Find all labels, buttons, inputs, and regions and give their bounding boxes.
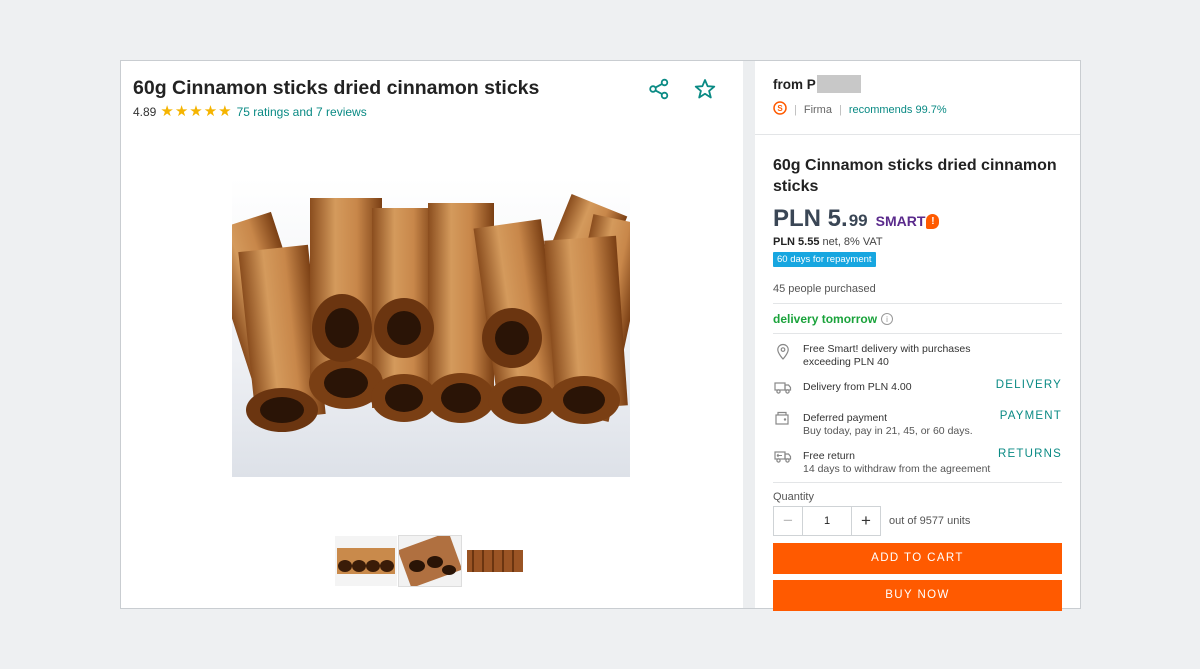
smart-badge-icon: ! bbox=[926, 213, 940, 229]
quantity-section: Quantity − 1 + out of 9577 units bbox=[773, 491, 1062, 536]
offer-panel: from P S | Firma | recommends 99.7% 60g … bbox=[755, 61, 1080, 611]
truck-icon bbox=[774, 379, 794, 397]
quantity-label: Quantity bbox=[773, 491, 814, 503]
return-truck-icon bbox=[774, 448, 794, 466]
delivery-link[interactable]: DELIVERY bbox=[996, 379, 1062, 391]
quantity-stepper: − 1 + out of 9577 units bbox=[773, 506, 1062, 536]
product-page-frame: 60g Cinnamon sticks dried cinnamon stick… bbox=[120, 60, 1081, 611]
favorite-star-icon[interactable] bbox=[691, 75, 719, 103]
payment-link[interactable]: PAYMENT bbox=[1000, 410, 1062, 422]
wallet-icon bbox=[774, 410, 794, 428]
seller-badge-icon: S bbox=[773, 101, 787, 118]
price-cents: 99 bbox=[848, 211, 868, 230]
thumbnail-image[interactable] bbox=[335, 536, 397, 586]
net-price: PLN 5.55 net, 8% VAT bbox=[773, 236, 1062, 248]
panel-divider bbox=[743, 61, 755, 608]
feature-text: Deferred payment Buy today, pay in 21, 4… bbox=[803, 412, 973, 438]
rating-row: 4.89 ★ ★ ★ ★ ★ 75 ratings and 7 reviews bbox=[133, 103, 367, 120]
feature-line: Free Smart! delivery with purchases bbox=[803, 343, 971, 355]
buy-now-button[interactable]: BUY NOW bbox=[773, 580, 1062, 611]
feature-line: 14 days to withdraw from the agreement bbox=[803, 463, 991, 475]
redacted-block bbox=[816, 75, 861, 93]
increase-quantity-button[interactable]: + bbox=[851, 506, 881, 536]
rating-value: 4.89 bbox=[133, 105, 157, 119]
feature-text: Delivery from PLN 4.00 bbox=[803, 381, 912, 394]
delivery-estimate: delivery tomorrow i bbox=[773, 312, 1062, 334]
star-icon: ★ bbox=[203, 103, 218, 120]
location-pin-icon bbox=[774, 343, 794, 361]
add-to-cart-button[interactable]: ADD TO CART bbox=[773, 543, 1062, 574]
quantity-available: out of 9577 units bbox=[889, 515, 971, 527]
feature-line: Free return bbox=[803, 450, 855, 462]
feature-free-delivery: Free Smart! delivery with purchases exce… bbox=[773, 343, 1062, 369]
purchase-count: 45 people purchased bbox=[773, 283, 1062, 304]
decrease-quantity-button[interactable]: − bbox=[773, 506, 803, 536]
seller-name[interactable]: from P bbox=[773, 75, 1062, 93]
seller-name-text: from P bbox=[773, 76, 816, 92]
feature-line: Buy today, pay in 21, 45, or 60 days. bbox=[803, 425, 973, 437]
thumbnail-image[interactable] bbox=[463, 536, 525, 586]
delivery-estimate-text: delivery tomorrow bbox=[773, 312, 878, 326]
seller-block: from P S | Firma | recommends 99.7% bbox=[755, 61, 1080, 135]
smart-label[interactable]: SMART ! bbox=[876, 213, 940, 229]
net-price-suffix: net, 8% VAT bbox=[819, 236, 883, 248]
feature-line: exceeding PLN 40 bbox=[803, 356, 889, 368]
star-icon: ★ bbox=[160, 103, 174, 120]
feature-payment: Deferred payment Buy today, pay in 21, 4… bbox=[773, 410, 1062, 438]
feature-returns: Free return 14 days to withdraw from the… bbox=[773, 448, 1062, 483]
info-icon[interactable]: i bbox=[881, 313, 894, 325]
seller-recommends-link[interactable]: recommends 99.7% bbox=[849, 104, 947, 116]
smart-text: SMART bbox=[875, 213, 926, 229]
svg-text:S: S bbox=[777, 104, 783, 113]
thumbnail-image[interactable] bbox=[398, 535, 462, 587]
quantity-input[interactable]: 1 bbox=[803, 506, 851, 536]
feature-line: Delivery from PLN 4.00 bbox=[803, 381, 912, 393]
star-icon: ★ bbox=[174, 103, 189, 120]
offer-details: 60g Cinnamon sticks dried cinnamon stick… bbox=[755, 135, 1080, 611]
star-icon: ★ bbox=[189, 103, 203, 120]
offer-title: 60g Cinnamon sticks dried cinnamon stick… bbox=[773, 157, 1057, 195]
repayment-badge: 60 days for repayment bbox=[773, 252, 876, 267]
product-main-image[interactable] bbox=[232, 178, 630, 477]
share-icon[interactable] bbox=[645, 75, 673, 103]
feature-text: Free return 14 days to withdraw from the… bbox=[803, 450, 990, 476]
seller-type: Firma bbox=[803, 103, 832, 116]
star-icon: ★ bbox=[218, 103, 232, 120]
net-price-value: PLN 5.55 bbox=[773, 236, 820, 248]
returns-link[interactable]: RETURNS bbox=[998, 448, 1062, 460]
seller-meta: S | Firma | recommends 99.7% bbox=[773, 101, 1062, 118]
product-title: 60g Cinnamon sticks dried cinnamon stick… bbox=[133, 77, 540, 99]
price-main: PLN 5. bbox=[773, 205, 848, 232]
thumbnail-strip bbox=[335, 535, 525, 587]
feature-delivery: Delivery from PLN 4.00 DELIVERY bbox=[773, 379, 1062, 397]
ratings-link[interactable]: 75 ratings and 7 reviews bbox=[237, 105, 367, 119]
separator: | bbox=[838, 103, 842, 116]
price-row: PLN 5. 99 SMART ! bbox=[773, 205, 1062, 233]
separator: | bbox=[794, 103, 797, 116]
feature-line: Deferred payment bbox=[803, 412, 888, 424]
gallery-panel: 60g Cinnamon sticks dried cinnamon stick… bbox=[121, 61, 744, 608]
header-actions bbox=[645, 75, 719, 103]
rating-stars: ★ ★ ★ ★ ★ bbox=[160, 103, 232, 120]
feature-text: Free Smart! delivery with purchases exce… bbox=[803, 343, 970, 369]
